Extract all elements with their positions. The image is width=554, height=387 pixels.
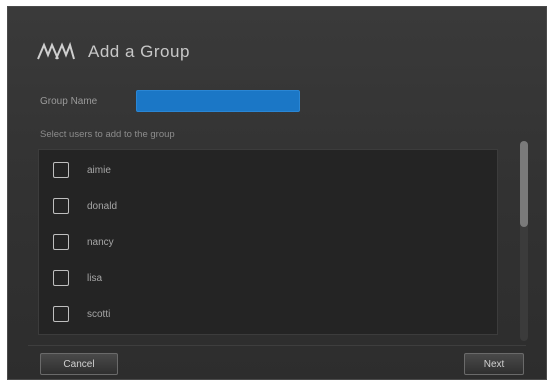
list-item[interactable]: lisa xyxy=(53,266,102,290)
list-item[interactable]: scotti xyxy=(53,302,110,326)
group-name-label: Group Name xyxy=(40,95,98,107)
dialog-title: Add a Group xyxy=(88,42,190,61)
list-item[interactable]: aimie xyxy=(53,158,111,182)
user-checkbox[interactable] xyxy=(53,270,69,286)
list-scrollbar[interactable] xyxy=(520,141,528,341)
list-item[interactable]: nancy xyxy=(53,230,114,254)
user-name: nancy xyxy=(87,236,114,248)
user-name: lisa xyxy=(87,272,103,284)
group-name-input[interactable] xyxy=(136,90,300,112)
user-name: aimie xyxy=(87,164,111,176)
scrollbar-thumb[interactable] xyxy=(520,141,528,227)
user-name: scotti xyxy=(87,308,111,320)
cancel-button[interactable]: Cancel xyxy=(40,353,118,375)
user-checkbox[interactable] xyxy=(53,306,69,322)
user-checkbox[interactable] xyxy=(53,162,69,178)
user-list: aimie donald nancy lisa scotti xyxy=(38,149,498,335)
footer-divider xyxy=(28,345,526,346)
select-users-hint: Select users to add to the group xyxy=(40,129,175,140)
add-group-dialog: Add a Group Group Name Select users to a… xyxy=(7,6,547,380)
user-name: donald xyxy=(87,200,118,212)
user-checkbox[interactable] xyxy=(53,198,69,214)
group-name-row: Group Name xyxy=(40,89,300,113)
list-item[interactable]: donald xyxy=(53,194,117,218)
user-checkbox[interactable] xyxy=(53,234,69,250)
next-button[interactable]: Next xyxy=(464,353,524,375)
wd-logo-icon xyxy=(36,41,76,63)
dialog-header: Add a Group xyxy=(36,37,190,67)
